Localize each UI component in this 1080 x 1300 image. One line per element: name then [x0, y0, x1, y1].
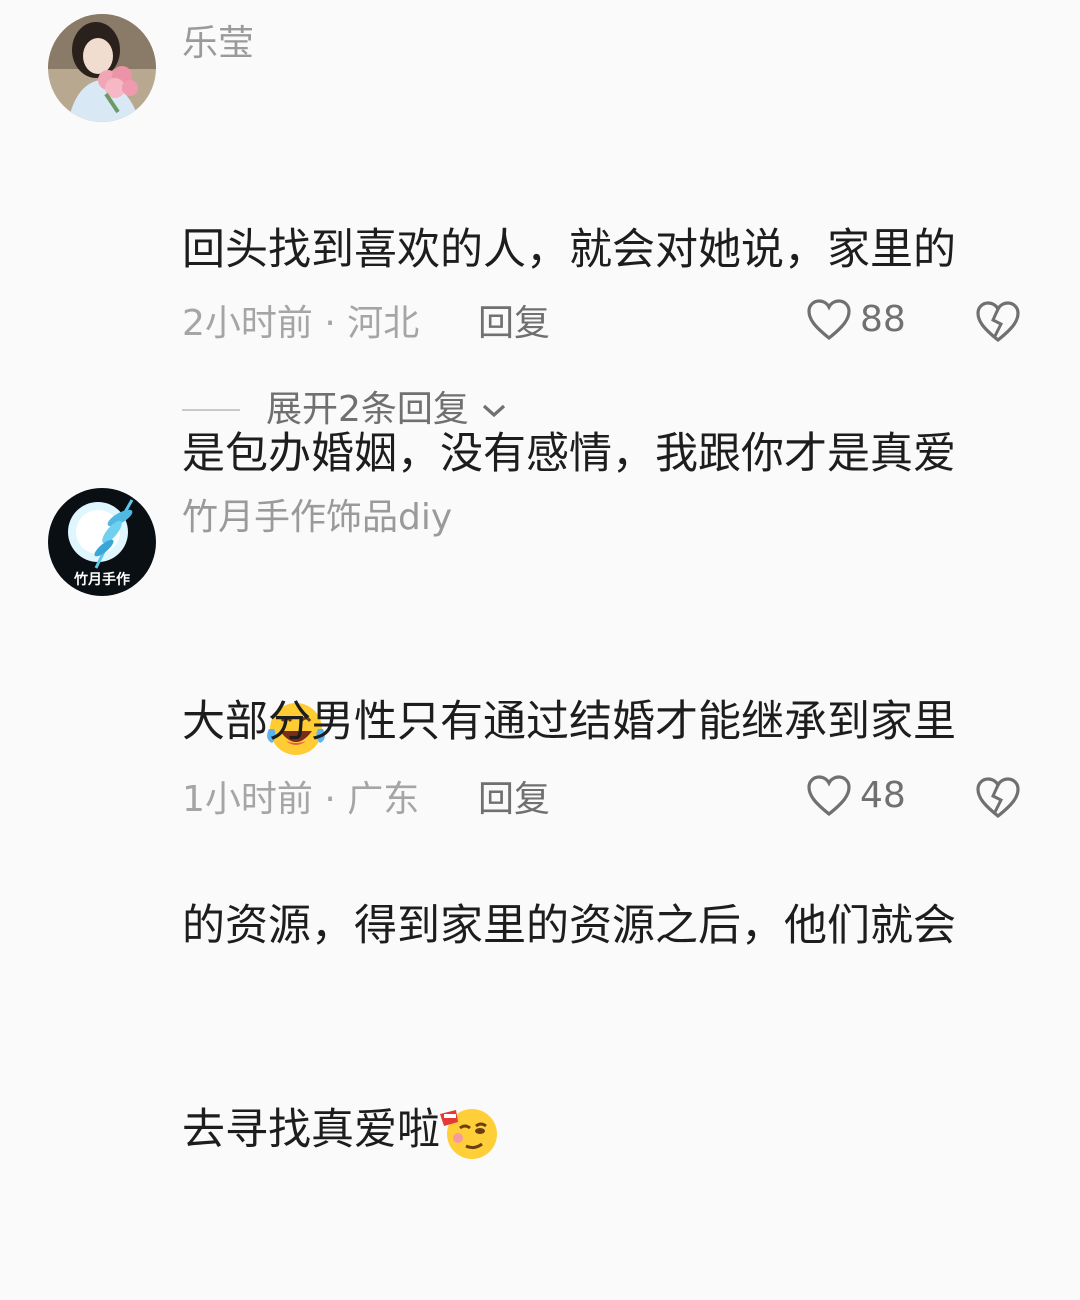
comment-line: 大部分男性只有通过结婚才能继承到家里	[182, 697, 956, 747]
broken-heart-icon	[976, 777, 1020, 819]
chevron-down-icon	[482, 404, 505, 418]
time-location: 1小时前 · 广东	[182, 779, 420, 820]
expand-replies-button[interactable]: 展开2条回复	[182, 388, 509, 432]
time-location: 2小时前 · 河北	[182, 303, 420, 344]
like-count: 88	[860, 299, 906, 340]
comment-line: 去寻找真爱啦	[182, 1105, 440, 1155]
user-avatar[interactable]	[48, 14, 156, 122]
username[interactable]: 竹月手作饰品diy	[182, 496, 452, 540]
avatar-bamboo-moon-icon: 竹月手作	[48, 488, 156, 596]
comment-text: 大部分男性只有通过结婚才能继承到家里 的资源，得到家里的资源之后，他们就会 去寻…	[182, 552, 1012, 1300]
heart-icon	[807, 299, 851, 341]
like-button[interactable]: 88	[806, 298, 906, 342]
broken-heart-icon	[976, 301, 1020, 343]
expand-replies-label: 展开2条回复	[266, 389, 469, 430]
svg-text:竹月手作: 竹月手作	[73, 571, 130, 588]
heart-icon	[807, 775, 851, 817]
username[interactable]: 乐莹	[182, 22, 254, 66]
comment-line-with-emoji: 去寻找真爱啦	[182, 1096, 1012, 1164]
comment-line: 的资源，得到家里的资源之后，他们就会	[182, 901, 956, 951]
avatar-girl-with-flowers-icon	[48, 14, 156, 122]
dislike-button[interactable]	[975, 300, 1021, 348]
comment-line: 回头找到喜欢的人，就会对她说，家里的	[182, 225, 956, 275]
user-avatar[interactable]: 竹月手作	[48, 488, 156, 596]
reply-button[interactable]: 回复	[478, 778, 550, 822]
like-button[interactable]: 48	[806, 774, 906, 818]
like-count: 48	[860, 775, 906, 816]
tipsy-face-icon	[440, 1108, 497, 1159]
divider-line	[182, 409, 240, 411]
dislike-button[interactable]	[975, 776, 1021, 824]
reply-button[interactable]: 回复	[478, 302, 550, 346]
